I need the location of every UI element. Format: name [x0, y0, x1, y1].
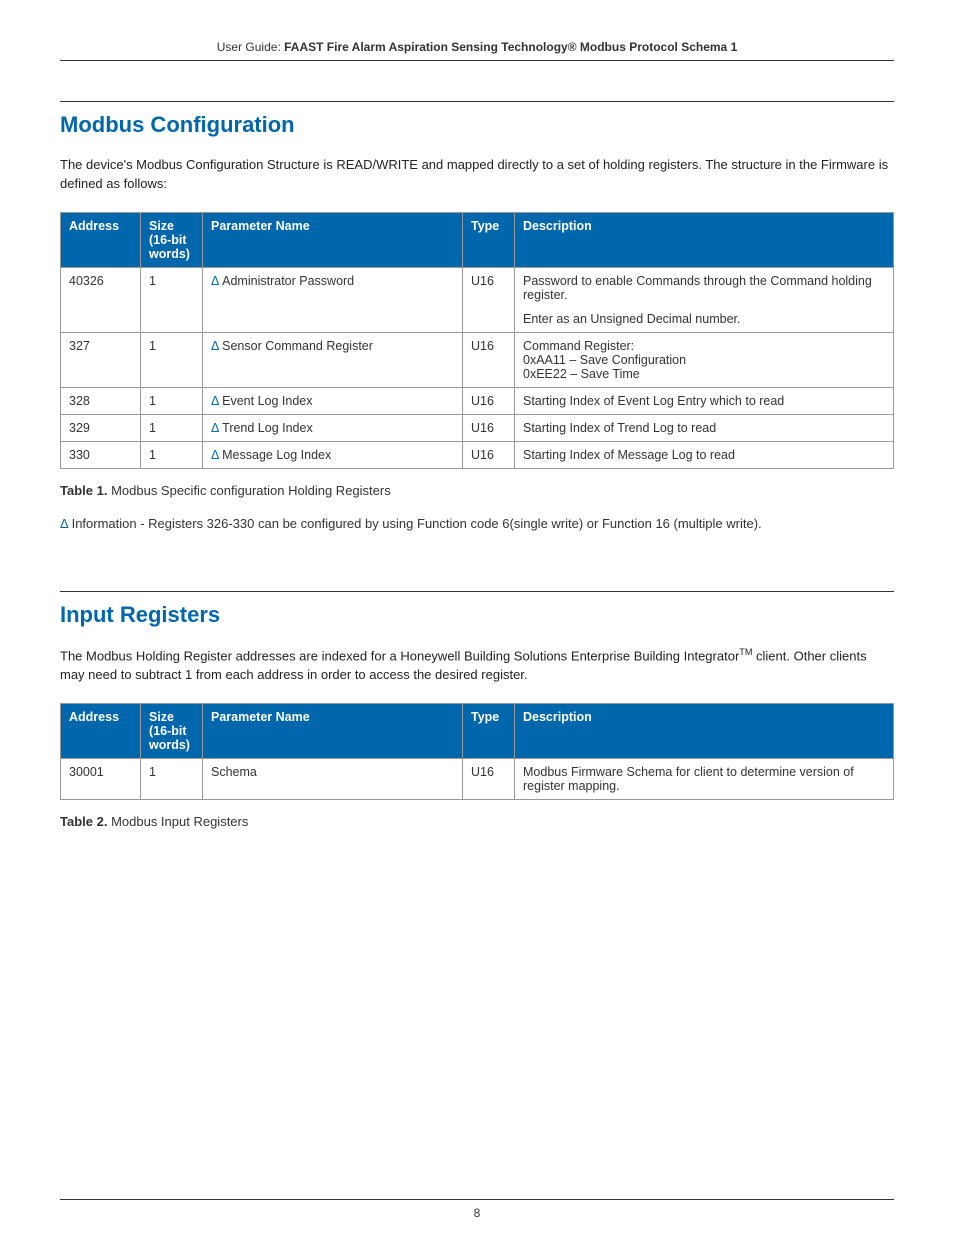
cell-size: 1 — [141, 267, 203, 332]
table-modbus-configuration: Address Size (16-bit words) Parameter Na… — [60, 212, 894, 469]
cell-type: U16 — [463, 758, 515, 799]
cell-type: U16 — [463, 414, 515, 441]
cell-address: 328 — [61, 387, 141, 414]
delta-icon: Δ — [211, 421, 219, 435]
delta-icon: Δ — [211, 339, 219, 353]
page-footer: 8 — [60, 1199, 894, 1220]
table-row: 3291Δ Trend Log IndexU16Starting Index o… — [61, 414, 894, 441]
delta-icon: Δ — [211, 448, 219, 462]
delta-icon: Δ — [211, 394, 219, 408]
page-number: 8 — [474, 1206, 481, 1220]
table1-caption: Table 1. Modbus Specific configuration H… — [60, 483, 894, 498]
page-header: User Guide: FAAST Fire Alarm Aspiration … — [60, 40, 894, 61]
table1-note-text: Information - Registers 326-330 can be c… — [68, 516, 762, 531]
table1-caption-text: Modbus Specific configuration Holding Re… — [107, 483, 390, 498]
th-parameter-name: Parameter Name — [203, 212, 463, 267]
table-row: 300011SchemaU16Modbus Firmware Schema fo… — [61, 758, 894, 799]
cell-parameter-name-text: Message Log Index — [219, 448, 332, 462]
section-heading-modbus-configuration: Modbus Configuration — [60, 101, 894, 138]
cell-type: U16 — [463, 387, 515, 414]
th-description: Description — [515, 212, 894, 267]
th-parameter-name: Parameter Name — [203, 703, 463, 758]
cell-type: U16 — [463, 332, 515, 387]
cell-address: 40326 — [61, 267, 141, 332]
table-header-row: Address Size (16-bit words) Parameter Na… — [61, 703, 894, 758]
cell-size: 1 — [141, 441, 203, 468]
cell-description: Starting Index of Message Log to read — [515, 441, 894, 468]
cell-type: U16 — [463, 267, 515, 332]
table1-caption-label: Table 1. — [60, 483, 107, 498]
table-row: 403261Δ Administrator PasswordU16Passwor… — [61, 267, 894, 332]
cell-parameter-name-text: Event Log Index — [219, 394, 313, 408]
cell-size: 1 — [141, 332, 203, 387]
cell-address: 327 — [61, 332, 141, 387]
table-row: 3301Δ Message Log IndexU16Starting Index… — [61, 441, 894, 468]
cell-description: Starting Index of Trend Log to read — [515, 414, 894, 441]
cell-type: U16 — [463, 441, 515, 468]
th-address: Address — [61, 212, 141, 267]
cell-size: 1 — [141, 758, 203, 799]
th-size: Size (16-bit words) — [141, 703, 203, 758]
header-prefix: User Guide: — [217, 40, 284, 54]
cell-description: Command Register:0xAA11 – Save Configura… — [515, 332, 894, 387]
table-input-registers: Address Size (16-bit words) Parameter Na… — [60, 703, 894, 800]
cell-description: Password to enable Commands through the … — [515, 267, 894, 332]
cell-parameter-name-text: Administrator Password — [219, 274, 354, 288]
th-type: Type — [463, 703, 515, 758]
cell-parameter-name: Δ Event Log Index — [203, 387, 463, 414]
cell-address: 330 — [61, 441, 141, 468]
cell-parameter-name-text: Trend Log Index — [219, 421, 313, 435]
trademark-symbol: TM — [739, 647, 752, 657]
cell-parameter-name: Δ Sensor Command Register — [203, 332, 463, 387]
section2-intro: The Modbus Holding Register addresses ar… — [60, 646, 894, 685]
th-address: Address — [61, 703, 141, 758]
table2-caption-label: Table 2. — [60, 814, 107, 829]
cell-parameter-name: Δ Trend Log Index — [203, 414, 463, 441]
cell-parameter-name: Δ Message Log Index — [203, 441, 463, 468]
table-row: 3271Δ Sensor Command RegisterU16Command … — [61, 332, 894, 387]
table2-caption-text: Modbus Input Registers — [107, 814, 248, 829]
table1-note: Δ Information - Registers 326-330 can be… — [60, 516, 894, 531]
th-description: Description — [515, 703, 894, 758]
cell-description: Modbus Firmware Schema for client to det… — [515, 758, 894, 799]
table-row: 3281Δ Event Log IndexU16Starting Index o… — [61, 387, 894, 414]
cell-parameter-name: Δ Administrator Password — [203, 267, 463, 332]
delta-icon: Δ — [211, 274, 219, 288]
table-header-row: Address Size (16-bit words) Parameter Na… — [61, 212, 894, 267]
cell-size: 1 — [141, 414, 203, 441]
delta-icon: Δ — [60, 516, 68, 531]
th-size: Size (16-bit words) — [141, 212, 203, 267]
table2-caption: Table 2. Modbus Input Registers — [60, 814, 894, 829]
cell-address: 329 — [61, 414, 141, 441]
section1-intro: The device's Modbus Configuration Struct… — [60, 156, 894, 194]
section-heading-input-registers: Input Registers — [60, 591, 894, 628]
cell-size: 1 — [141, 387, 203, 414]
th-type: Type — [463, 212, 515, 267]
section2-intro-pre: The Modbus Holding Register addresses ar… — [60, 648, 739, 663]
cell-description: Starting Index of Event Log Entry which … — [515, 387, 894, 414]
cell-address: 30001 — [61, 758, 141, 799]
cell-parameter-name: Schema — [203, 758, 463, 799]
cell-parameter-name-text: Sensor Command Register — [219, 339, 373, 353]
header-title: FAAST Fire Alarm Aspiration Sensing Tech… — [284, 40, 737, 54]
